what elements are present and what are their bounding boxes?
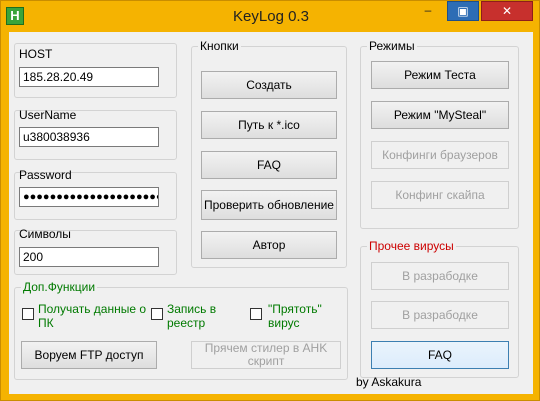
mysteal-mode-button[interactable]: Режим "MySteal" — [371, 101, 509, 129]
ahk-hide-button[interactable]: Прячем стилер в AHK скрипт — [191, 341, 341, 369]
host-field[interactable]: 185.28.20.49 — [19, 67, 159, 87]
create-button[interactable]: Создать — [201, 71, 337, 99]
registry-write-label[interactable]: Запись в реестр — [167, 302, 237, 330]
ftp-steal-button[interactable]: Воруем FTP доступ — [21, 341, 157, 369]
credit-label: by Askakura — [356, 375, 422, 389]
other-viruses-group-title: Прочее вирусы — [367, 239, 456, 253]
icon-path-button[interactable]: Путь к *.ico — [201, 111, 337, 139]
modes-group-title: Режимы — [367, 39, 417, 53]
buttons-group-title: Кнопки — [198, 39, 241, 53]
password-field[interactable]: ●●●●●●●●●●●●●●●●●●●●● — [19, 187, 159, 207]
in-dev-button-2[interactable]: В разрабодке — [371, 301, 509, 329]
minimize-button[interactable]: – — [411, 1, 445, 21]
in-dev-button-1[interactable]: В разрабодке — [371, 262, 509, 290]
get-pc-data-checkbox[interactable] — [22, 308, 34, 320]
username-label: UserName — [19, 108, 77, 122]
maximize-button[interactable]: ▣ — [447, 1, 479, 21]
symbols-label: Символы — [19, 227, 71, 241]
test-mode-button[interactable]: Режим Теста — [371, 61, 509, 89]
author-button[interactable]: Автор — [201, 231, 337, 259]
hide-virus-label[interactable]: "Прятоть" вирус — [268, 302, 338, 330]
close-button[interactable]: ✕ — [481, 1, 533, 21]
faq-button[interactable]: FAQ — [201, 151, 337, 179]
get-pc-data-label[interactable]: Получать данные о ПК — [38, 302, 148, 330]
browser-configs-button[interactable]: Конфинги браузеров — [371, 141, 509, 169]
host-label: HOST — [19, 47, 53, 61]
symbols-field[interactable]: 200 — [19, 247, 159, 267]
extra-functions-group-title: Доп.Функции — [21, 280, 98, 294]
title-bar[interactable]: H KeyLog 0.3 – ▣ ✕ — [1, 1, 540, 31]
check-update-button[interactable]: Проверить обновление — [201, 190, 337, 220]
registry-write-checkbox[interactable] — [151, 308, 163, 320]
hide-virus-checkbox[interactable] — [250, 308, 262, 320]
app-window: H KeyLog 0.3 – ▣ ✕ HOST 185.28.20.49 Use… — [0, 0, 540, 401]
client-area: HOST 185.28.20.49 UserName u380038936 Pa… — [9, 32, 533, 394]
password-label: Password — [19, 168, 72, 182]
other-faq-button[interactable]: FAQ — [371, 341, 509, 369]
username-field[interactable]: u380038936 — [19, 127, 159, 147]
skype-config-button[interactable]: Конфинг скайпа — [371, 181, 509, 209]
